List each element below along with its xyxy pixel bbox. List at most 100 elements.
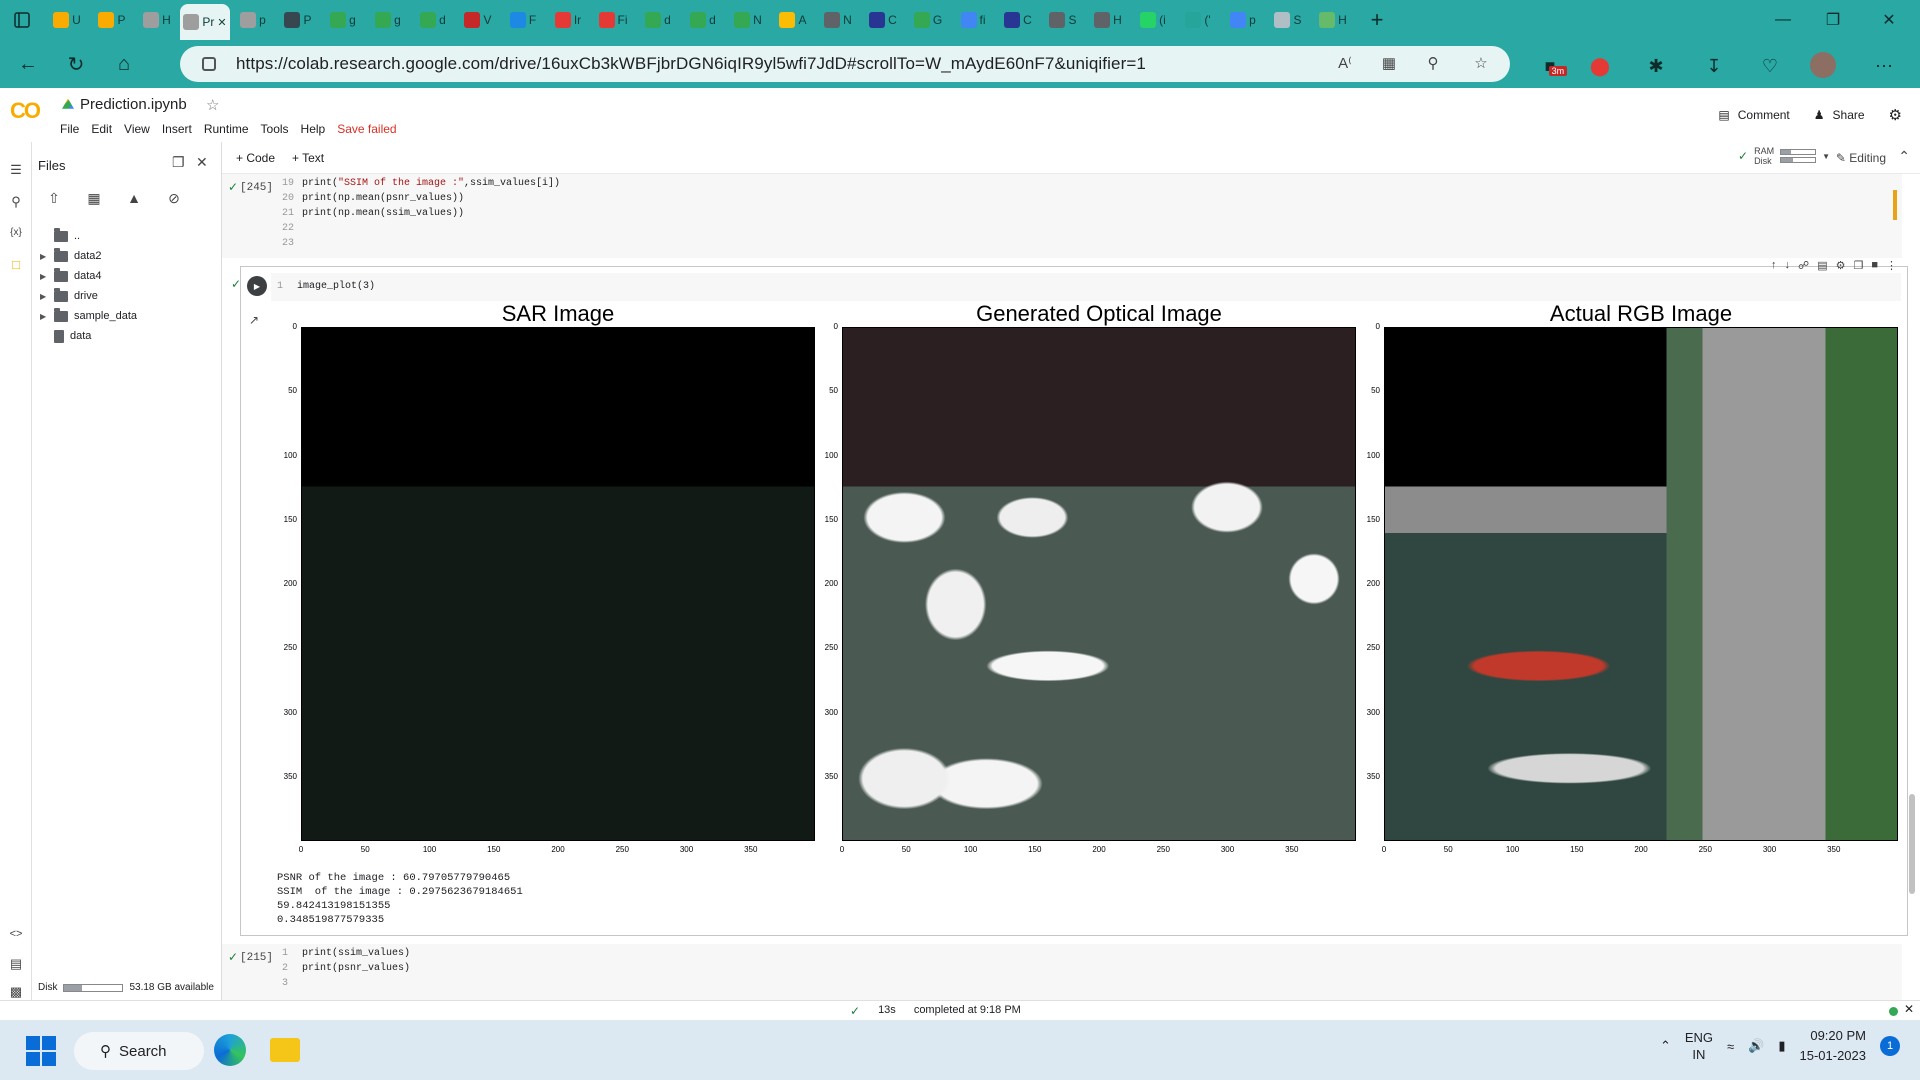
- browser-tab[interactable]: (i: [1131, 4, 1175, 36]
- hide-files-icon[interactable]: ⊘: [164, 188, 184, 208]
- battery-icon[interactable]: ▮: [1778, 1038, 1785, 1054]
- menu-edit[interactable]: Edit: [91, 122, 112, 136]
- file-tree-item[interactable]: ..: [40, 226, 137, 246]
- extension-badge-icon[interactable]: ■3m: [1536, 52, 1568, 80]
- file-tree-item[interactable]: ▶ sample_data: [40, 306, 137, 326]
- browser-tab[interactable]: p: [231, 4, 275, 36]
- gear-icon[interactable]: ⚙: [1836, 259, 1846, 272]
- more-menu-icon[interactable]: ⋯: [1870, 52, 1898, 80]
- browser-tab[interactable]: fi: [951, 4, 995, 36]
- taskbar-search[interactable]: ⚲ Search: [74, 1032, 204, 1070]
- add-text-button[interactable]: + Text: [292, 151, 324, 165]
- wifi-icon[interactable]: ≈: [1727, 1039, 1734, 1054]
- expand-arrow-icon[interactable]: ▶: [40, 312, 48, 321]
- delete-icon[interactable]: ■: [1871, 259, 1878, 272]
- browser-tab[interactable]: Pr ✕: [180, 4, 230, 40]
- file-tree-item[interactable]: ▶ data2: [40, 246, 137, 266]
- browser-tab[interactable]: d: [411, 4, 455, 36]
- browser-tab[interactable]: S: [1041, 4, 1085, 36]
- workspaces-icon[interactable]: [0, 4, 44, 36]
- refresh-button[interactable]: ↻: [56, 44, 96, 84]
- code-editor[interactable]: 1 print(ssim_values) 2 print(psnr_values) 3: [282, 946, 410, 991]
- browser-tab[interactable]: P: [90, 4, 134, 36]
- code-cell[interactable]: ✓ [245] 19 print("SSIM of the image :",ss…: [222, 174, 1902, 258]
- new-folder-icon[interactable]: ▦: [84, 188, 104, 208]
- browser-tab[interactable]: Ir: [546, 4, 590, 36]
- browser-tab[interactable]: (': [1176, 4, 1220, 36]
- browser-tab[interactable]: A: [771, 4, 815, 36]
- browser-tab[interactable]: H: [135, 4, 179, 36]
- command-palette-icon[interactable]: ▤: [6, 954, 26, 974]
- favorite-star-icon[interactable]: ☆: [1470, 52, 1492, 74]
- variables-icon[interactable]: {x}: [6, 222, 26, 242]
- code-snippets-icon[interactable]: <>: [6, 924, 26, 944]
- table-of-contents-icon[interactable]: ☰: [6, 160, 26, 180]
- browser-tab[interactable]: G: [906, 4, 950, 36]
- chevron-up-icon[interactable]: ⌃: [1660, 1038, 1671, 1054]
- menu-file[interactable]: File: [60, 122, 79, 136]
- browser-tab[interactable]: C: [996, 4, 1040, 36]
- close-panel-icon[interactable]: ✕: [196, 154, 208, 171]
- run-cell-button[interactable]: ▶: [247, 276, 267, 296]
- code-editor[interactable]: 1 image_plot(3): [271, 273, 1901, 301]
- browser-tab[interactable]: N: [726, 4, 770, 36]
- browser-tab[interactable]: g: [366, 4, 410, 36]
- resource-monitor[interactable]: ✓ RAM Disk ▼: [1738, 146, 1830, 166]
- open-in-tab-icon[interactable]: ❐: [172, 154, 185, 171]
- downloads-icon[interactable]: ↧: [1700, 52, 1728, 80]
- file-tree-item[interactable]: ▶ data4: [40, 266, 137, 286]
- chevron-down-icon[interactable]: ▼: [1822, 152, 1830, 161]
- browser-tab[interactable]: U: [45, 4, 89, 36]
- browser-tab[interactable]: P: [276, 4, 320, 36]
- address-bar[interactable]: https://colab.research.google.com/drive/…: [180, 46, 1510, 82]
- close-window-button[interactable]: ✕: [1866, 0, 1912, 40]
- add-code-button[interactable]: + Code: [236, 151, 275, 165]
- files-icon[interactable]: □: [6, 254, 26, 274]
- editing-mode[interactable]: ✎ Editing: [1836, 151, 1886, 165]
- volume-icon[interactable]: 🔊: [1748, 1038, 1764, 1054]
- menu-runtime[interactable]: Runtime: [204, 122, 249, 136]
- new-tab-button[interactable]: +: [1355, 4, 1399, 36]
- scrollbar[interactable]: [1906, 174, 1920, 1016]
- notebook-title[interactable]: Prediction.ipynb: [62, 96, 187, 113]
- browser-tab[interactable]: C: [861, 4, 905, 36]
- move-down-icon[interactable]: ↓: [1785, 259, 1791, 272]
- extensions-icon[interactable]: ✱: [1642, 52, 1670, 80]
- browser-tab[interactable]: S: [1266, 4, 1310, 36]
- browser-tab[interactable]: p: [1221, 4, 1265, 36]
- profile-avatar[interactable]: [1810, 52, 1836, 78]
- browser-tab[interactable]: N: [816, 4, 860, 36]
- colab-logo[interactable]: CO: [10, 98, 41, 124]
- menu-insert[interactable]: Insert: [162, 122, 192, 136]
- save-status[interactable]: Save failed: [337, 122, 396, 136]
- file-tree-item[interactable]: ▶ drive: [40, 286, 137, 306]
- file-explorer-icon[interactable]: [270, 1038, 300, 1062]
- code-cell[interactable]: ✓ [215] 1 print(ssim_values) 2 print(psnr_v…: [222, 944, 1902, 1004]
- expand-arrow-icon[interactable]: ▶: [40, 252, 48, 261]
- browser-tab[interactable]: d: [681, 4, 725, 36]
- file-tree-item[interactable]: data: [40, 326, 137, 346]
- browser-tab[interactable]: Fi: [591, 4, 635, 36]
- mirror-cell-icon[interactable]: ❐: [1853, 259, 1863, 272]
- zoom-out-icon[interactable]: ⚲: [1422, 52, 1444, 74]
- browser-tab[interactable]: g: [321, 4, 365, 36]
- notification-badge[interactable]: 1: [1880, 1036, 1900, 1056]
- code-editor[interactable]: 19 print("SSIM of the image :",ssim_value…: [282, 176, 560, 251]
- browser-tab[interactable]: d: [636, 4, 680, 36]
- language-indicator[interactable]: ENG IN: [1685, 1029, 1713, 1063]
- browser-tab[interactable]: H: [1311, 4, 1355, 36]
- menu-tools[interactable]: Tools: [261, 122, 289, 136]
- comment-button[interactable]: ▤ Comment: [1718, 108, 1789, 122]
- browser-tab[interactable]: F: [501, 4, 545, 36]
- search-icon[interactable]: ⚲: [6, 192, 26, 212]
- restore-button[interactable]: ❐: [1810, 0, 1856, 40]
- upload-file-icon[interactable]: ⇧: [44, 188, 64, 208]
- minimize-button[interactable]: —: [1760, 0, 1806, 40]
- move-up-icon[interactable]: ↑: [1771, 259, 1777, 272]
- close-tab-icon[interactable]: ✕: [217, 16, 226, 29]
- comment-icon[interactable]: ▤: [1817, 259, 1827, 272]
- settings-button[interactable]: ⚙: [1889, 106, 1902, 124]
- clock[interactable]: 09:20 PM 15-01-2023: [1800, 1026, 1867, 1066]
- star-icon[interactable]: ☆: [206, 96, 219, 114]
- scroll-thumb[interactable]: [1909, 794, 1915, 894]
